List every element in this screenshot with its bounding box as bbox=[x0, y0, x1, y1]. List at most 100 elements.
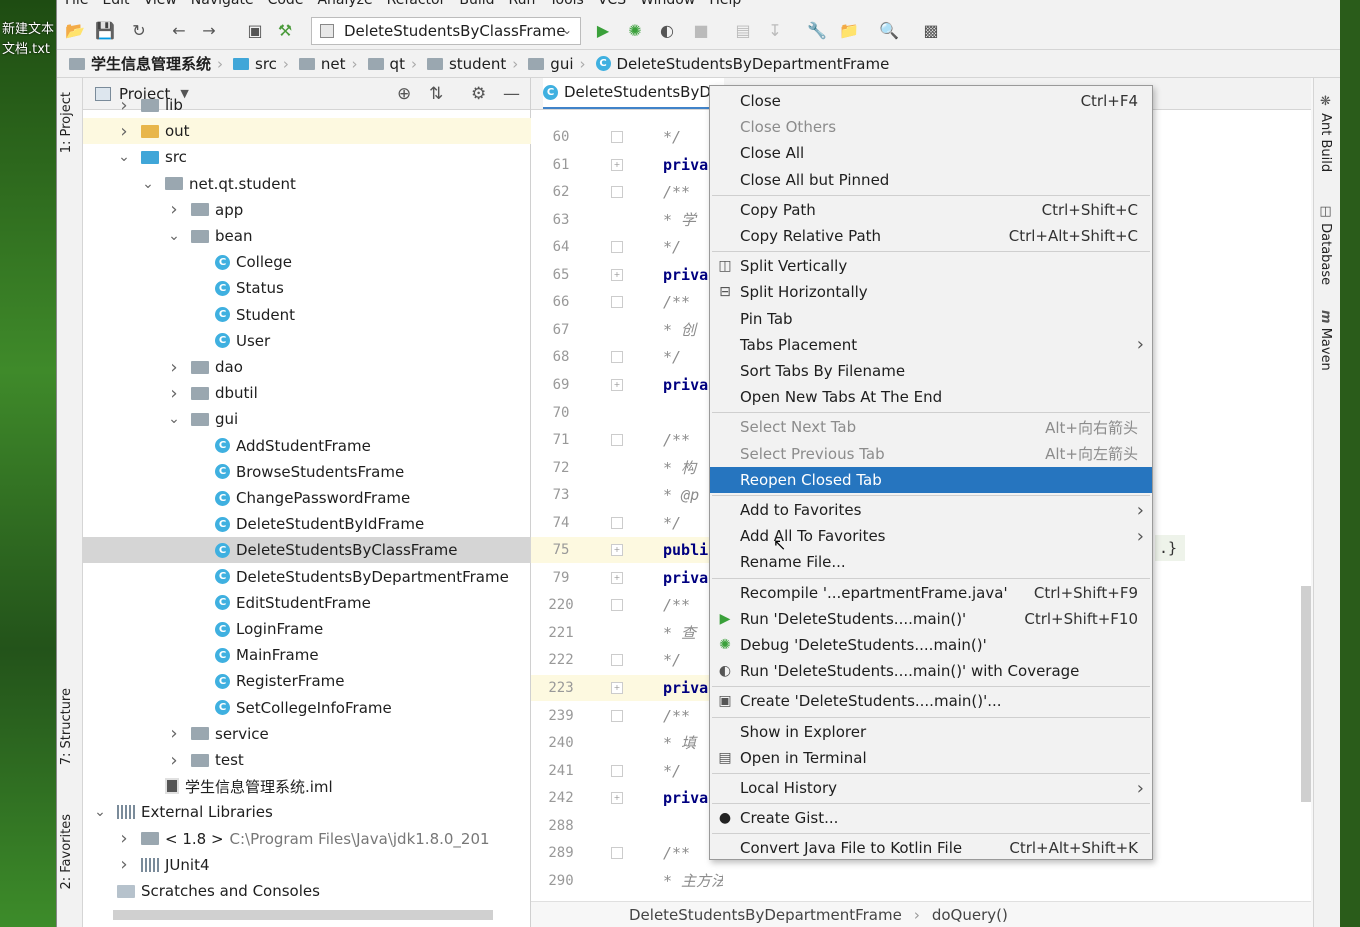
breadcrumb-item[interactable]: qt › bbox=[367, 55, 423, 73]
menu-item-tabs-placement[interactable]: Tabs Placement › bbox=[710, 332, 1152, 358]
menu-refactor[interactable]: Refactor bbox=[387, 0, 446, 8]
menu-item-show-in-explorer[interactable]: Show in Explorer bbox=[710, 719, 1152, 745]
fold-toggle-icon[interactable] bbox=[611, 186, 623, 199]
chevron-right-icon[interactable]: › bbox=[167, 723, 181, 744]
line-number[interactable]: 221 bbox=[531, 620, 591, 646]
menu-item-open-new-tabs-at-the-end[interactable]: Open New Tabs At The End bbox=[710, 384, 1152, 410]
fold-toggle-icon[interactable] bbox=[611, 434, 623, 447]
fold-toggle-icon[interactable] bbox=[611, 296, 623, 309]
presentation-icon[interactable]: ▩ bbox=[921, 20, 941, 40]
chevron-down-icon[interactable]: ⌄ bbox=[167, 411, 181, 427]
tree-node[interactable]: › service bbox=[83, 721, 531, 747]
fold-toggle-icon[interactable]: + bbox=[611, 378, 623, 391]
breadcrumb-item[interactable]: 学生信息管理系统 › bbox=[69, 53, 229, 74]
wrench-icon[interactable]: 🔧 bbox=[807, 20, 827, 40]
tab-database[interactable]: ◫ Database bbox=[1318, 204, 1333, 285]
line-number[interactable]: 61 bbox=[531, 152, 591, 178]
chevron-right-icon[interactable]: › bbox=[167, 750, 181, 771]
tree-node[interactable]: › dbutil bbox=[83, 380, 531, 406]
menu-item-reopen-closed-tab[interactable]: Reopen Closed Tab bbox=[710, 466, 1152, 493]
line-number[interactable]: 66 bbox=[531, 289, 591, 315]
menu-item-select-next-tab[interactable]: Select Next Tab Alt+向右箭头 bbox=[710, 414, 1152, 440]
menu-item-close[interactable]: Close Ctrl+F4 bbox=[710, 88, 1152, 114]
debug-icon[interactable]: ✺ bbox=[625, 20, 645, 40]
menu-item-create-gist[interactable]: ● Create Gist... bbox=[710, 805, 1152, 831]
fold-toggle-icon[interactable] bbox=[611, 351, 623, 364]
menu-item-recompile-epartmentframe-java[interactable]: Recompile '...epartmentFrame.java' Ctrl+S… bbox=[710, 580, 1152, 606]
chevron-right-icon[interactable]: › bbox=[117, 828, 131, 849]
menu-item-convert-java-file-to-kotlin-file[interactable]: Convert Java File to Kotlin File Ctrl+Alt… bbox=[710, 835, 1152, 861]
menu-code[interactable]: Code bbox=[268, 0, 304, 8]
chevron-down-icon[interactable]: ⌄ bbox=[167, 228, 181, 244]
menu-view[interactable]: View bbox=[144, 0, 177, 8]
tree-node[interactable]: C AddStudentFrame bbox=[83, 433, 531, 459]
fold-toggle-icon[interactable]: + bbox=[611, 571, 623, 584]
line-number[interactable]: 290 bbox=[531, 868, 591, 894]
tree-node[interactable]: C College bbox=[83, 249, 531, 275]
line-number[interactable]: 62 bbox=[531, 179, 591, 205]
fold-toggle-icon[interactable]: + bbox=[611, 544, 623, 557]
tree-node[interactable]: C DeleteStudentsByClassFrame bbox=[83, 537, 531, 564]
run-icon[interactable]: ▶ bbox=[593, 20, 613, 40]
tree-node[interactable]: C Status bbox=[83, 275, 531, 301]
tree-node[interactable]: C RegisterFrame bbox=[83, 668, 531, 694]
chevron-down-icon[interactable]: ⌄ bbox=[141, 176, 155, 192]
menu-build[interactable]: Build bbox=[459, 0, 494, 8]
fold-toggle-icon[interactable]: + bbox=[611, 268, 623, 281]
tree-node[interactable]: C LoginFrame bbox=[83, 616, 531, 642]
tree-node[interactable]: C User bbox=[83, 328, 531, 354]
menu-item-select-previous-tab[interactable]: Select Previous Tab Alt+向左箭头 bbox=[710, 441, 1152, 467]
fold-toggle-icon[interactable]: + bbox=[611, 682, 623, 694]
tree-node[interactable]: › JUnit4 bbox=[83, 852, 531, 878]
line-number[interactable]: 70 bbox=[531, 400, 591, 426]
chevron-right-icon[interactable]: › bbox=[167, 383, 181, 404]
menu-item-add-to-favorites[interactable]: Add to Favorites › bbox=[710, 497, 1152, 523]
back-icon[interactable]: ← bbox=[169, 20, 189, 40]
chevron-right-icon[interactable]: › bbox=[167, 357, 181, 378]
menu-item-split-horizontally[interactable]: ⊟ Split Horizontally bbox=[710, 279, 1152, 305]
menu-item-open-in-terminal[interactable]: ▤ Open in Terminal bbox=[710, 745, 1152, 771]
tab-delete-students-by-department[interactable]: C DeleteStudentsByDe bbox=[543, 78, 725, 109]
sync-icon[interactable]: ↻ bbox=[129, 20, 149, 40]
menu-help[interactable]: Help bbox=[709, 0, 741, 8]
fold-toggle-icon[interactable] bbox=[611, 847, 623, 860]
menu-item-split-vertically[interactable]: ◫ Split Vertically bbox=[710, 253, 1152, 279]
menu-run[interactable]: Run bbox=[509, 0, 536, 8]
line-number[interactable]: 241 bbox=[531, 758, 591, 784]
line-number[interactable]: 222 bbox=[531, 647, 591, 673]
menu-vcs[interactable]: VCS bbox=[598, 0, 626, 8]
tab-structure[interactable]: 7: Structure bbox=[59, 688, 74, 765]
menu-item-close-all[interactable]: Close All bbox=[710, 140, 1152, 166]
breadcrumb-item[interactable]: src › bbox=[233, 55, 295, 73]
run-configuration-selector[interactable]: DeleteStudentsByClassFrame ⌄ bbox=[311, 17, 581, 45]
breadcrumb-item[interactable]: net › bbox=[298, 55, 364, 73]
fold-toggle-icon[interactable]: + bbox=[611, 792, 623, 805]
tree-node[interactable]: C ChangePasswordFrame bbox=[83, 485, 531, 511]
tree-node[interactable]: C EditStudentFrame bbox=[83, 590, 531, 616]
tree-node[interactable]: › app bbox=[83, 197, 531, 223]
tree-node[interactable]: C MainFrame bbox=[83, 642, 531, 668]
fold-toggle-icon[interactable] bbox=[611, 654, 623, 667]
tree-node[interactable]: ⌄ net.qt.student bbox=[83, 171, 531, 197]
code-fold-placeholder[interactable]: .} bbox=[1155, 535, 1185, 561]
menu-item-run-deletestudents-main[interactable]: ▶ Run 'DeleteStudents....main()' Ctrl+Shif… bbox=[710, 606, 1152, 632]
chevron-down-icon[interactable]: ⌄ bbox=[117, 149, 131, 165]
line-number[interactable]: 63 bbox=[531, 207, 591, 233]
chevron-right-icon[interactable]: › bbox=[167, 199, 181, 220]
tree-node[interactable]: C DeleteStudentsByDepartmentFrame bbox=[83, 564, 531, 590]
line-number[interactable]: 79 bbox=[531, 565, 591, 591]
line-number[interactable]: 223 bbox=[531, 675, 591, 701]
project-structure-icon[interactable]: ▤ bbox=[733, 20, 753, 40]
line-number[interactable]: 75 bbox=[531, 537, 591, 563]
tab-favorites[interactable]: 2: Favorites bbox=[59, 814, 74, 890]
chevron-down-icon[interactable]: ⌄ bbox=[93, 804, 107, 820]
line-number[interactable]: 71 bbox=[531, 427, 591, 453]
menu-item-copy-relative-path[interactable]: Copy Relative Path Ctrl+Alt+Shift+C bbox=[710, 223, 1152, 249]
fold-toggle-icon[interactable] bbox=[611, 131, 623, 143]
tree-node[interactable]: ⌄ bean bbox=[83, 223, 531, 249]
line-number[interactable]: 240 bbox=[531, 730, 591, 756]
line-number[interactable]: 73 bbox=[531, 482, 591, 508]
tree-node[interactable]: C BrowseStudentsFrame bbox=[83, 459, 531, 485]
chevron-right-icon[interactable]: › bbox=[117, 121, 131, 142]
tree-node[interactable]: 学生信息管理系统.iml bbox=[83, 773, 531, 799]
